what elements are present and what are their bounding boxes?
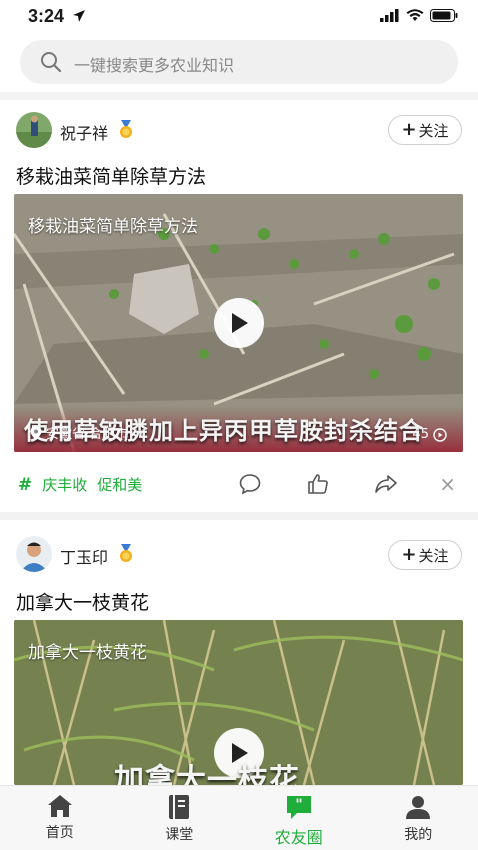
author-name[interactable]: 丁玉印 bbox=[60, 544, 108, 568]
status-time: 3:24 bbox=[28, 6, 65, 26]
wifi-icon bbox=[406, 9, 424, 21]
divider bbox=[0, 512, 478, 520]
follow-label: 关注 bbox=[418, 121, 449, 140]
tab-community[interactable]: " 农友圈 bbox=[239, 786, 359, 850]
video-overlay-title: 加拿大一枝黄花 bbox=[28, 643, 147, 663]
video-location: 安徽省·合肥市 bbox=[30, 423, 128, 442]
play-count-icon bbox=[433, 427, 447, 442]
plus-icon: + bbox=[401, 544, 417, 565]
search-icon bbox=[41, 52, 62, 73]
tab-label: 课堂 bbox=[165, 827, 194, 843]
close-icon[interactable]: × bbox=[439, 472, 456, 496]
feed-post: 祝子祥 + 关注 移栽油菜简单除草方法 移栽油菜简单除草方法 使用草铵膦加上异丙… bbox=[0, 100, 478, 512]
status-bar: 3:24 bbox=[0, 0, 478, 34]
svg-text:": " bbox=[295, 797, 302, 813]
signal-icon bbox=[380, 9, 399, 22]
topic-tags: # 庆丰收 促和美 bbox=[18, 474, 142, 495]
tab-profile[interactable]: 我的 bbox=[359, 786, 478, 850]
tab-label: 我的 bbox=[404, 827, 433, 843]
search-placeholder: 一键搜索更多农业知识 bbox=[74, 56, 235, 75]
home-icon bbox=[47, 795, 72, 817]
status-icons bbox=[380, 9, 458, 22]
topic-tag[interactable]: 庆丰收 bbox=[42, 474, 87, 495]
post-title[interactable]: 加拿大一枝黄花 bbox=[16, 588, 149, 615]
post-actions bbox=[238, 472, 398, 496]
video-player[interactable]: 移栽油菜简单除草方法 使用草铵膦加上异丙甲草胺封杀结合 安徽省·合肥市 45 bbox=[14, 194, 463, 452]
divider bbox=[0, 92, 478, 100]
video-player[interactable]: 加拿大一枝黄花 加拿大一枝花 bbox=[14, 620, 463, 785]
avatar[interactable] bbox=[16, 112, 52, 148]
video-overlay-title: 移栽油菜简单除草方法 bbox=[28, 217, 198, 237]
tab-classroom[interactable]: 课堂 bbox=[120, 786, 240, 850]
tab-home[interactable]: 首页 bbox=[0, 786, 120, 850]
like-icon[interactable] bbox=[306, 472, 330, 496]
follow-button[interactable]: + 关注 bbox=[388, 540, 462, 570]
avatar[interactable] bbox=[16, 536, 52, 572]
topic-tag[interactable]: 促和美 bbox=[97, 474, 142, 495]
feed-post: 丁玉印 + 关注 加拿大一枝黄花 加拿大一枝黄花 加拿大一枝花 bbox=[0, 522, 478, 785]
follow-label: 关注 bbox=[418, 546, 449, 565]
post-title[interactable]: 移栽油菜简单除草方法 bbox=[16, 162, 206, 189]
play-icon bbox=[232, 313, 248, 333]
book-icon bbox=[169, 795, 190, 819]
battery-icon bbox=[430, 9, 458, 22]
video-subtitle: 加拿大一枝花 bbox=[114, 763, 300, 785]
view-count-value: 45 bbox=[412, 427, 429, 442]
location-pin-icon bbox=[30, 425, 42, 440]
user-icon bbox=[406, 796, 431, 819]
medal-icon bbox=[120, 544, 132, 562]
play-button[interactable] bbox=[214, 298, 264, 348]
chat-quote-icon: " bbox=[286, 796, 311, 819]
view-count: 45 bbox=[412, 427, 447, 442]
tab-label: 农友圈 bbox=[274, 828, 323, 847]
comment-icon[interactable] bbox=[238, 472, 262, 496]
plus-icon: + bbox=[401, 119, 417, 140]
hashtag-icon: # bbox=[18, 474, 33, 495]
location-arrow-icon bbox=[73, 10, 85, 22]
medal-icon bbox=[120, 120, 132, 138]
tab-bar: 首页 课堂 " 农友圈 我的 bbox=[0, 785, 478, 850]
tab-label: 首页 bbox=[45, 825, 74, 841]
follow-button[interactable]: + 关注 bbox=[388, 115, 462, 145]
author-name[interactable]: 祝子祥 bbox=[60, 120, 108, 144]
share-icon[interactable] bbox=[374, 472, 398, 496]
location-label: 安徽省·合肥市 bbox=[46, 427, 129, 442]
search-input[interactable]: 一键搜索更多农业知识 bbox=[20, 40, 458, 84]
